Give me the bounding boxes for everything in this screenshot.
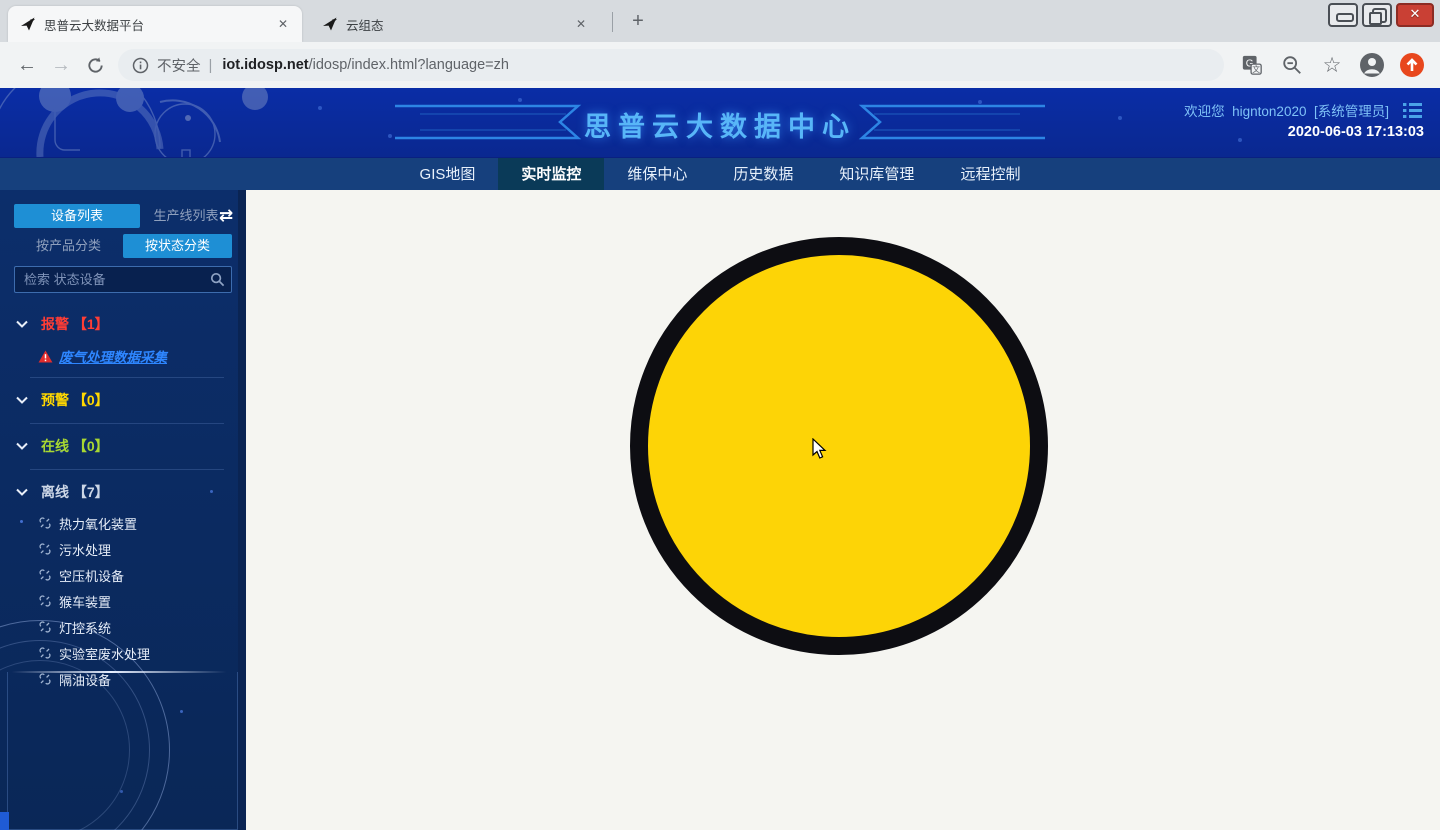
device-search-input[interactable] — [14, 266, 232, 293]
device-item[interactable]: 猴车装置 — [38, 588, 238, 614]
nav-item-maintenance[interactable]: 维保中心 — [604, 158, 710, 191]
tab-by-status[interactable]: 按状态分类 — [123, 234, 232, 258]
user-role: [系统管理员] — [1314, 104, 1389, 119]
list-menu-icon[interactable] — [1403, 103, 1422, 118]
corner-decoration — [0, 812, 9, 830]
browser-toolbar: ← → 不安全 | iot.idosp.net/idosp/index.html… — [0, 42, 1440, 88]
device-item[interactable]: 热力氧化装置 — [38, 510, 238, 536]
datetime-display: 2020-06-03 17:13:03 — [1288, 124, 1424, 140]
chevron-down-icon[interactable] — [16, 488, 28, 496]
swap-icon[interactable]: ⇄ — [214, 205, 238, 227]
status-tree: 报警 【1】 废气处理数据采集 预警 【0】 — [0, 302, 238, 692]
tab-by-product[interactable]: 按产品分类 — [14, 234, 123, 258]
tree-toggle-warning[interactable]: 预警 【0】 — [16, 386, 238, 414]
back-icon[interactable]: ← — [10, 48, 44, 82]
tree-group-alarm: 报警 【1】 废气处理数据采集 — [0, 302, 238, 378]
nav-item-history[interactable]: 历史数据 — [710, 158, 816, 191]
device-search — [14, 266, 232, 293]
tree-toggle-alarm[interactable]: 报警 【1】 — [16, 310, 238, 338]
reload-icon[interactable] — [78, 48, 112, 82]
browser-update-icon[interactable] — [1396, 49, 1428, 81]
device-item[interactable]: 灯控系统 — [38, 614, 238, 640]
sidebar-lower-panel — [7, 672, 238, 830]
profile-avatar[interactable] — [1356, 49, 1388, 81]
warning-icon — [38, 350, 53, 363]
unlink-icon — [38, 516, 52, 530]
toolbar-actions: G文 ☆ — [1236, 49, 1440, 81]
list-type-tabs: 设备列表 生产线列表 — [14, 204, 232, 228]
online-count: 【0】 — [73, 436, 109, 456]
window-controls — [1328, 3, 1434, 27]
browser-tab-2[interactable]: 云组态 ✕ — [310, 6, 600, 42]
tree-group-offline: 离线 【7】 热力氧化装置 污水处理 空压机设备 — [0, 470, 238, 692]
tab-divider — [612, 12, 613, 32]
restore-button[interactable] — [1362, 3, 1392, 27]
welcome-row: 欢迎您 hignton2020 [系统管理员] — [1184, 100, 1422, 120]
username: hignton2020 — [1232, 104, 1306, 119]
translate-icon[interactable]: G文 — [1236, 49, 1268, 81]
unlink-icon — [38, 542, 52, 556]
forward-icon[interactable]: → — [44, 48, 78, 82]
tab-title: 思普云大数据平台 — [44, 15, 266, 34]
tab-close-icon[interactable]: ✕ — [572, 15, 590, 33]
unlink-icon — [38, 568, 52, 582]
alarm-device-item[interactable]: 废气处理数据采集 — [38, 344, 238, 368]
nav-item-realtime-monitor[interactable]: 实时监控 — [498, 158, 604, 191]
alarm-count: 【1】 — [73, 314, 109, 334]
nav-item-knowledge[interactable]: 知识库管理 — [816, 158, 937, 191]
device-sidebar: 设备列表 生产线列表 ⇄ 按产品分类 按状态分类 报警 【1】 — [0, 190, 246, 830]
chevron-down-icon[interactable] — [16, 442, 28, 450]
offline-device-list: 热力氧化装置 污水处理 空压机设备 猴车装置 — [16, 510, 238, 692]
info-icon[interactable] — [132, 57, 149, 74]
scada-canvas — [246, 190, 1440, 830]
nav-item-gis[interactable]: GIS地图 — [397, 158, 499, 191]
app-header: 思普云大数据中心 欢迎您 hignton2020 [系统管理员] 2020-06… — [0, 88, 1440, 157]
welcome-text: 欢迎您 hignton2020 [系统管理员] — [1184, 100, 1389, 120]
classify-tabs: 按产品分类 按状态分类 — [14, 234, 232, 258]
tab-strip: 思普云大数据平台 ✕ 云组态 ✕ + — [0, 0, 1440, 42]
warning-count: 【0】 — [73, 390, 109, 410]
browser-window: 思普云大数据平台 ✕ 云组态 ✕ + ← → 不安全 | iot.idosp.n… — [0, 0, 1440, 830]
tab-title: 云组态 — [346, 15, 564, 34]
url-path: /idosp/index.html?language=zh — [309, 57, 509, 73]
svg-text:文: 文 — [1252, 64, 1260, 74]
nav-item-remote-control[interactable]: 远程控制 — [937, 158, 1043, 191]
device-item[interactable]: 空压机设备 — [38, 562, 238, 588]
tree-group-warning: 预警 【0】 — [0, 378, 238, 424]
main-nav: GIS地图 实时监控 维保中心 历史数据 知识库管理 远程控制 — [0, 157, 1440, 190]
browser-tab-1[interactable]: 思普云大数据平台 ✕ — [8, 6, 302, 42]
site-favicon-icon — [20, 16, 36, 32]
new-tab-button[interactable]: + — [624, 8, 652, 36]
url-host: iot.idosp.net — [222, 57, 308, 73]
tree-toggle-offline[interactable]: 离线 【7】 — [16, 478, 238, 506]
offline-count: 【7】 — [73, 482, 109, 502]
scada-circle-element[interactable] — [630, 237, 1048, 655]
zoom-out-icon[interactable] — [1276, 49, 1308, 81]
url-separator: | — [209, 57, 213, 74]
bookmark-star-icon[interactable]: ☆ — [1316, 49, 1348, 81]
chevron-down-icon[interactable] — [16, 320, 28, 328]
unlink-icon — [38, 620, 52, 634]
unlink-icon — [38, 646, 52, 660]
minimize-button[interactable] — [1328, 3, 1358, 27]
tree-toggle-online[interactable]: 在线 【0】 — [16, 432, 238, 460]
address-bar[interactable]: 不安全 | iot.idosp.net/idosp/index.html?lan… — [118, 49, 1224, 81]
device-item[interactable]: 污水处理 — [38, 536, 238, 562]
security-label: 不安全 — [157, 55, 201, 76]
tab-close-icon[interactable]: ✕ — [274, 15, 292, 33]
tab-device-list[interactable]: 设备列表 — [14, 204, 140, 228]
close-window-button[interactable] — [1396, 3, 1434, 27]
chevron-down-icon[interactable] — [16, 396, 28, 404]
site-favicon-icon — [322, 16, 338, 32]
device-item[interactable]: 实验室废水处理 — [38, 640, 238, 666]
unlink-icon — [38, 594, 52, 608]
tree-group-online: 在线 【0】 — [0, 424, 238, 470]
search-icon[interactable] — [210, 272, 225, 287]
alarm-device-link[interactable]: 废气处理数据采集 — [59, 346, 167, 366]
